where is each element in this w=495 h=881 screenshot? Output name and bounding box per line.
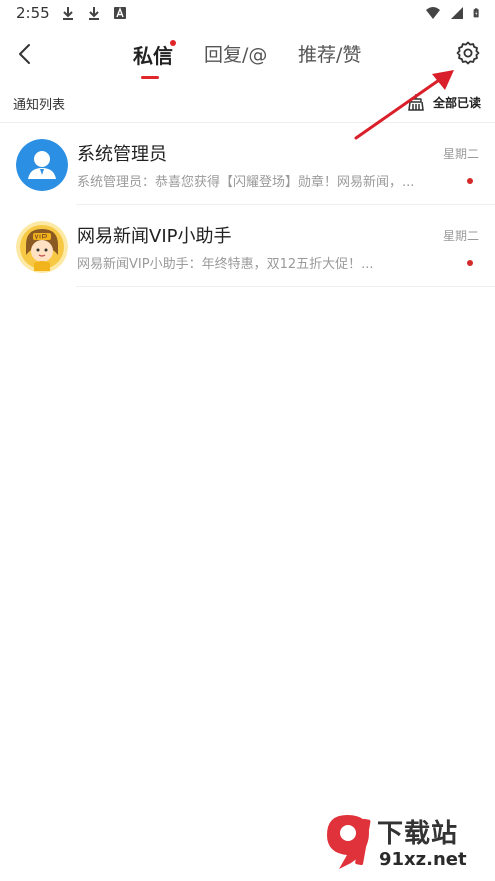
battery-charging-icon <box>473 8 479 18</box>
font-a-icon <box>114 7 126 19</box>
section-title: 通知列表 <box>13 98 66 113</box>
message-sender-name: 系统管理员 <box>77 144 167 165</box>
unread-dot <box>467 178 473 184</box>
active-tab-underline <box>141 76 159 79</box>
status-icons-left <box>60 5 128 21</box>
watermark: 下载站 91xz.net <box>319 811 489 877</box>
tab-private-messages[interactable]: 私信 <box>133 40 173 69</box>
message-list: 系统管理员 星期二 系统管理员：恭喜您获得【闪耀登场】勋章！网易新闻，... 网… <box>0 123 495 287</box>
status-bar: 2:55 <box>0 0 495 26</box>
message-preview: 网易新闻VIP小助手：年终特惠，双12五折大促！... <box>77 257 374 272</box>
message-sender-name: 网易新闻VIP小助手 <box>77 226 232 247</box>
message-time: 星期二 <box>442 147 479 161</box>
vip-assistant-avatar <box>16 221 68 273</box>
message-time: 星期二 <box>442 229 479 243</box>
back-arrow-icon[interactable] <box>12 40 40 68</box>
wifi-icon <box>426 7 440 19</box>
watermark-domain: 91xz.net <box>379 849 467 870</box>
status-time: 2:55 <box>16 4 50 22</box>
download-icon <box>63 7 73 20</box>
divider <box>76 286 495 287</box>
annotation-arrow-icon <box>354 70 454 140</box>
watermark-title: 下载站 <box>377 819 459 849</box>
list-item[interactable]: 网易新闻VIP小助手 星期二 网易新闻VIP小助手：年终特惠，双12五折大促！.… <box>0 205 495 287</box>
download-icon <box>89 7 99 20</box>
tab-replies-mentions[interactable]: 回复/@ <box>204 40 267 67</box>
message-preview: 系统管理员：恭喜您获得【闪耀登场】勋章！网易新闻，... <box>77 175 415 190</box>
unread-dot <box>467 260 473 266</box>
admin-avatar <box>16 139 68 191</box>
status-icons-right <box>425 5 483 21</box>
watermark-logo-icon <box>327 815 371 869</box>
signal-icon <box>451 7 463 19</box>
tab-unread-dot <box>170 40 176 46</box>
